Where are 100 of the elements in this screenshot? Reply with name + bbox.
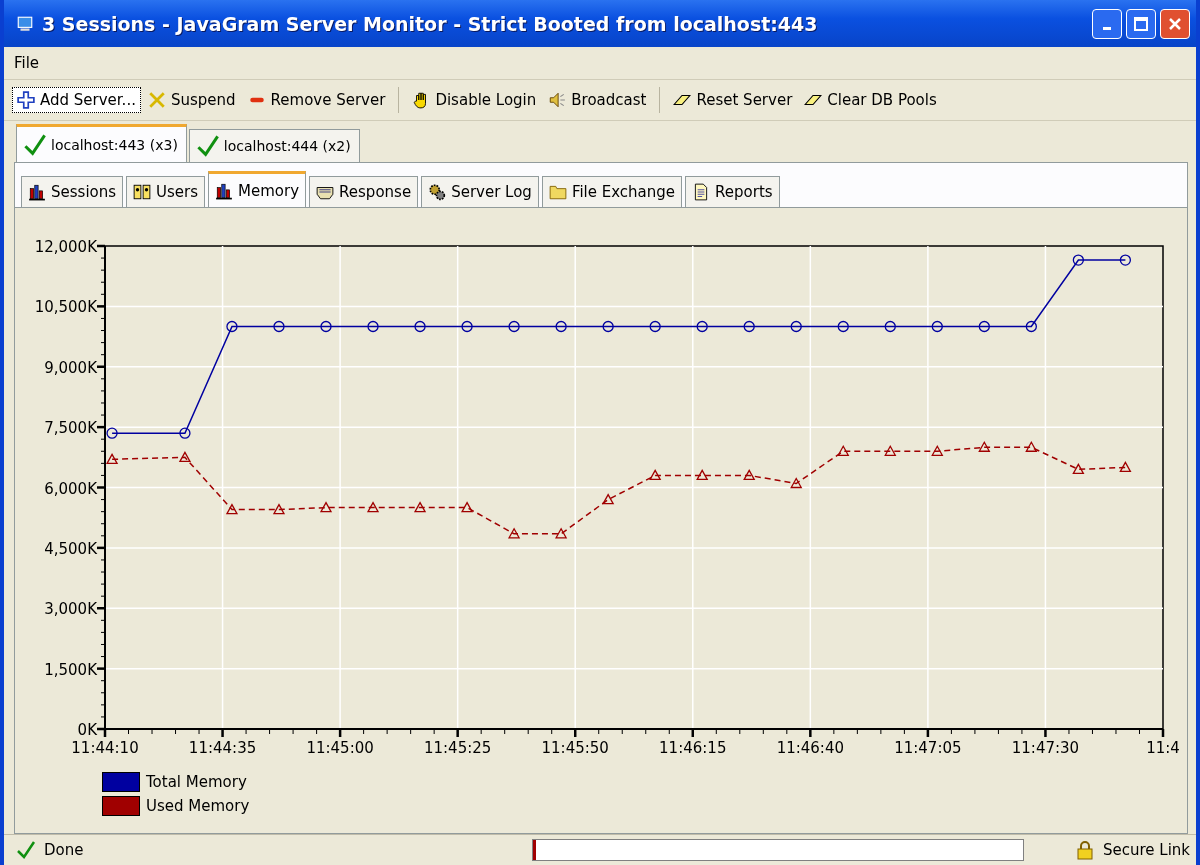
toolbar-button[interactable]: Disable Login <box>407 87 542 113</box>
x-tick-label: 11:4 <box>1146 739 1180 757</box>
minimize-button[interactable] <box>1092 8 1122 39</box>
data-point <box>366 501 380 513</box>
close-icon <box>1169 17 1181 30</box>
x-tick-label: 11:47:30 <box>1011 739 1080 757</box>
data-point <box>508 320 520 333</box>
y-tick-label: 4,500K <box>44 539 97 558</box>
data-point <box>461 320 473 333</box>
x-tick-label: 11:46:40 <box>776 739 844 757</box>
cross-icon <box>147 91 166 109</box>
data-point <box>272 503 286 515</box>
minimize-icon <box>1103 27 1111 30</box>
x-tick-label: 11:44:35 <box>188 739 257 757</box>
speaker-icon <box>548 91 567 109</box>
data-point <box>931 444 944 456</box>
security-status: Secure Link <box>1102 841 1190 859</box>
y-tick-label: 10,500K <box>34 298 97 317</box>
data-point <box>743 320 755 333</box>
data-point <box>555 320 567 333</box>
data-point <box>1025 440 1038 452</box>
data-point <box>413 501 427 513</box>
toolbar-button[interactable]: Reset Server <box>668 87 798 113</box>
x-tick-label: 11:47:05 <box>894 739 962 757</box>
data-point <box>320 320 332 333</box>
y-tick-label: 3,000K <box>44 600 97 619</box>
data-point <box>978 440 991 452</box>
data-point <box>696 320 708 333</box>
legend-label: Used Memory <box>146 797 250 815</box>
data-point <box>790 320 802 333</box>
toolbar-button[interactable]: Broadcast <box>543 87 652 113</box>
view-tab[interactable]: Users <box>126 176 206 207</box>
gears-icon <box>428 183 447 201</box>
legend-label: Total Memory <box>146 773 247 791</box>
window-title: 3 Sessions - JavaGram Server Monitor - Strict Booted from localhost:443 <box>42 12 819 35</box>
data-point <box>1119 461 1132 473</box>
toolbar-button[interactable]: Remove Server <box>242 87 391 113</box>
menu-item[interactable]: File <box>10 52 44 74</box>
data-point <box>837 444 850 456</box>
server-tab[interactable]: localhost:444 (x2) <box>188 129 360 162</box>
bar-chart-icon <box>28 183 46 201</box>
maximize-icon <box>1134 16 1148 31</box>
folder-icon <box>548 183 567 201</box>
data-point <box>555 527 568 539</box>
view-tab[interactable]: Memory <box>208 171 307 207</box>
y-tick-label: 6,000K <box>44 479 97 498</box>
data-point <box>225 503 239 515</box>
data-point <box>884 320 896 333</box>
data-point <box>414 320 426 333</box>
toolbar-button[interactable]: Suspend <box>142 87 241 113</box>
data-point <box>602 493 615 505</box>
padlock-icon <box>1074 840 1095 860</box>
data-point <box>743 469 756 481</box>
server-tab[interactable]: localhost:443 (x3) <box>16 124 187 162</box>
data-point <box>696 469 709 481</box>
x-tick-label: 11:45:00 <box>306 739 374 757</box>
data-point <box>508 527 521 539</box>
data-point <box>649 469 662 481</box>
data-point <box>178 450 192 462</box>
data-point <box>931 320 943 333</box>
data-point <box>978 320 990 333</box>
data-point <box>319 501 333 513</box>
view-tab[interactable]: Reports <box>685 176 780 207</box>
checkmark-icon <box>23 132 47 157</box>
y-tick-label: 9,000K <box>44 358 97 377</box>
y-tick-label: 0K <box>77 721 97 739</box>
toolbar-button[interactable]: Clear DB Pools <box>799 87 942 113</box>
data-point <box>1025 320 1037 333</box>
view-tab[interactable]: File Exchange <box>541 176 683 207</box>
bar-chart-icon <box>215 181 234 200</box>
data-point <box>226 320 238 333</box>
y-tick-label: 1,500K <box>44 660 97 679</box>
data-point <box>460 501 474 513</box>
status-message: Done <box>44 841 85 859</box>
data-point <box>649 320 661 333</box>
close-button[interactable] <box>1160 8 1190 39</box>
data-point <box>105 453 119 464</box>
monitor-icon <box>16 14 34 33</box>
x-tick-label: 11:46:15 <box>659 739 727 757</box>
data-point <box>273 320 285 333</box>
data-point <box>790 477 803 489</box>
checkmark-icon <box>16 840 36 860</box>
maximize-button[interactable] <box>1126 8 1156 39</box>
toolbar-button[interactable]: Add Server... <box>12 87 141 113</box>
view-tab[interactable]: Server Log <box>421 176 539 207</box>
view-tab[interactable]: Sessions <box>21 176 124 207</box>
checkmark-icon <box>195 134 220 158</box>
data-point <box>1119 254 1132 266</box>
data-point <box>1072 254 1084 266</box>
data-point <box>602 320 614 333</box>
y-tick-label: 7,500K <box>44 419 97 438</box>
data-point <box>106 427 118 439</box>
x-tick-label: 11:45:25 <box>424 739 492 757</box>
data-point <box>1072 463 1085 475</box>
view-tab[interactable]: Response <box>309 176 419 207</box>
x-tick-label: 11:44:10 <box>71 739 139 757</box>
plus-icon <box>17 91 35 109</box>
data-point <box>179 427 191 439</box>
data-point <box>837 320 849 333</box>
y-tick-label: 12,000K <box>34 238 97 256</box>
